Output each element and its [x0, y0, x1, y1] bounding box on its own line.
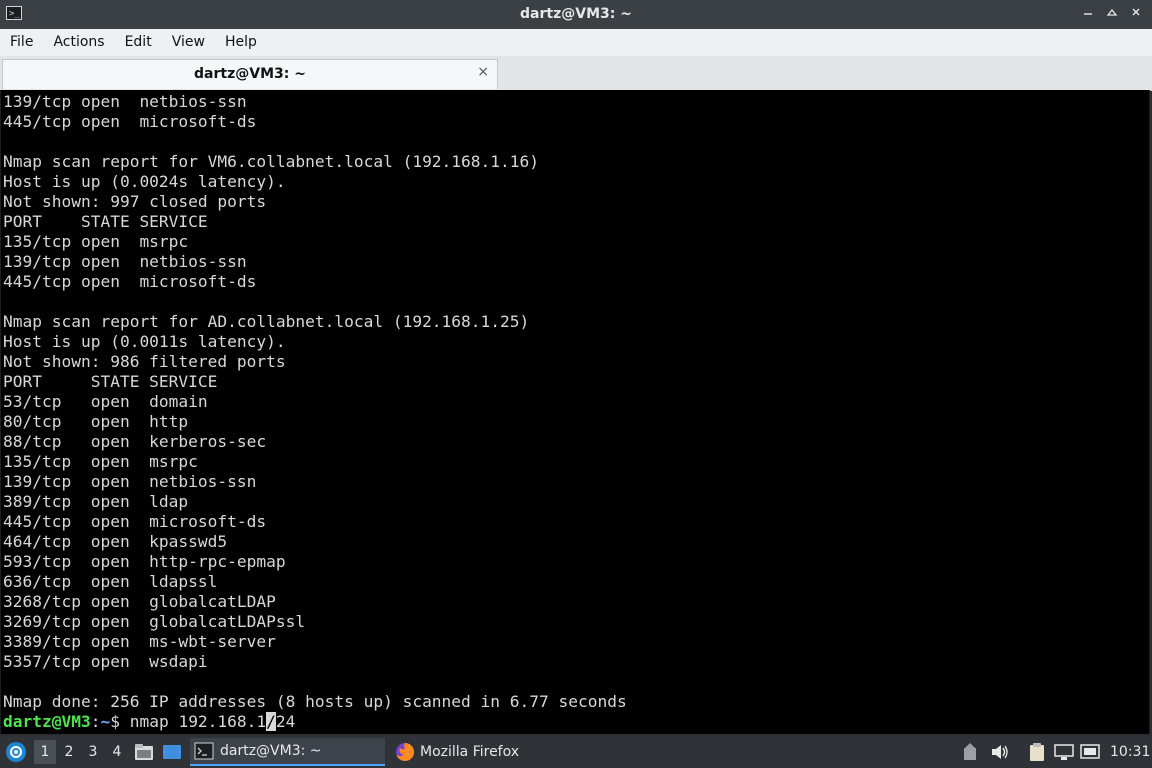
show-desktop-icon [163, 745, 181, 759]
terminal-line: 389/tcp open ldap [3, 492, 189, 511]
show-desktop-button[interactable] [162, 736, 182, 768]
workspace-2[interactable]: 2 [58, 740, 80, 764]
tray-volume[interactable] [990, 736, 1010, 768]
terminal-line: 53/tcp open domain [3, 392, 208, 411]
tray-display[interactable] [1080, 736, 1100, 768]
network-icon [1054, 744, 1074, 760]
updates-icon [964, 743, 976, 760]
firefox-icon [396, 743, 414, 761]
terminal-line: 139/tcp open netbios-ssn [3, 252, 247, 271]
taskbar: 1 2 3 4 dartz@VM3: ~ Mozilla Firefox 10:… [0, 736, 1152, 768]
window-titlebar: >_ dartz@VM3: ~ [0, 0, 1152, 29]
task-firefox-label: Mozilla Firefox [420, 744, 520, 760]
terminal-line: 636/tcp open ldapssl [3, 572, 218, 591]
terminal-line: 593/tcp open http-rpc-epmap [3, 552, 286, 571]
prompt-user-host: dartz@VM3 [3, 712, 91, 731]
task-terminal[interactable]: dartz@VM3: ~ [190, 738, 385, 766]
terminal-line: PORT STATE SERVICE [3, 212, 208, 231]
terminal-line: 3389/tcp open ms-wbt-server [3, 632, 276, 651]
display-icon [1080, 744, 1100, 759]
lubuntu-logo-icon [6, 742, 26, 762]
text-cursor: / [266, 712, 276, 731]
window-title: dartz@VM3: ~ [520, 6, 632, 22]
terminal-line: Host is up (0.0024s latency). [3, 172, 286, 191]
terminal-line: 445/tcp open microsoft-ds [3, 112, 257, 131]
prompt-command: nmap 192.168.1 [119, 712, 267, 731]
terminal-text: 139/tcp open netbios-ssn 445/tcp open mi… [3, 92, 627, 712]
terminal-line: Nmap done: 256 IP addresses (8 hosts up)… [3, 692, 627, 711]
menu-bar: File Actions Edit View Help [0, 29, 1152, 56]
close-icon[interactable] [1126, 4, 1146, 24]
task-firefox[interactable]: Mozilla Firefox [390, 738, 570, 766]
prompt-line[interactable]: dartz@VM3:~$ nmap 192.168.1/24 [3, 712, 295, 732]
file-manager-icon [135, 744, 153, 760]
workspace-3[interactable]: 3 [82, 740, 104, 764]
terminal-line: 3269/tcp open globalcatLDAPssl [3, 612, 306, 631]
terminal-line: 135/tcp open msrpc [3, 232, 189, 251]
terminal-icon [194, 742, 214, 760]
terminal-line: 139/tcp open netbios-ssn [3, 92, 247, 111]
maximize-icon[interactable] [1102, 4, 1122, 24]
terminal-line: Not shown: 997 closed ports [3, 192, 267, 211]
workspace-switcher: 1 2 3 4 [34, 736, 128, 768]
terminal-line: 80/tcp open http [3, 412, 189, 431]
clipboard-icon [1030, 743, 1044, 761]
terminal-line: 445/tcp open microsoft-ds [3, 272, 257, 291]
menu-help[interactable]: Help [215, 29, 267, 56]
workspace-1[interactable]: 1 [34, 740, 56, 764]
terminal-line: 3268/tcp open globalcatLDAP [3, 592, 276, 611]
workspace-4[interactable]: 4 [106, 740, 128, 764]
terminal-line: 464/tcp open kpasswd5 [3, 532, 228, 551]
menu-view[interactable]: View [162, 29, 215, 56]
terminal-line: 445/tcp open microsoft-ds [3, 512, 267, 531]
window-controls [1078, 4, 1146, 24]
prompt-symbol: $ [110, 712, 120, 731]
terminal-line: Host is up (0.0011s latency). [3, 332, 286, 351]
task-terminal-label: dartz@VM3: ~ [220, 743, 322, 759]
terminal-line: 139/tcp open netbios-ssn [3, 472, 257, 491]
tab-label: dartz@VM3: ~ [194, 66, 306, 82]
prompt-separator: : [90, 712, 101, 731]
tab-close-icon[interactable]: × [477, 64, 489, 80]
prompt-command-rest: 24 [275, 712, 296, 731]
tab-bar: dartz@VM3: ~ × [0, 56, 1152, 91]
clock[interactable]: 10:31 [1110, 736, 1150, 768]
menu-actions[interactable]: Actions [43, 29, 114, 56]
terminal-line: 135/tcp open msrpc [3, 452, 198, 471]
terminal-line: Not shown: 986 filtered ports [3, 352, 286, 371]
terminal-line: Nmap scan report for VM6.collabnet.local… [3, 152, 540, 171]
start-menu-button[interactable] [4, 736, 28, 768]
tray-clipboard[interactable] [1028, 736, 1046, 768]
tray-network[interactable] [1054, 736, 1074, 768]
terminal-line: 88/tcp open kerberos-sec [3, 432, 267, 451]
terminal-line: 5357/tcp open wsdapi [3, 652, 208, 671]
terminal-line: Nmap scan report for AD.collabnet.local … [3, 312, 530, 331]
file-manager-launcher[interactable] [134, 736, 154, 768]
menu-edit[interactable]: Edit [115, 29, 162, 56]
volume-icon [992, 745, 1008, 759]
menu-file[interactable]: File [0, 29, 43, 56]
prompt-path: ~ [100, 712, 111, 731]
tray-updates[interactable] [962, 736, 978, 768]
terminal-line: PORT STATE SERVICE [3, 372, 218, 391]
terminal-output[interactable]: 139/tcp open netbios-ssn 445/tcp open mi… [0, 90, 1150, 734]
minimize-icon[interactable] [1078, 4, 1098, 24]
tab-terminal[interactable]: dartz@VM3: ~ × [2, 59, 498, 89]
